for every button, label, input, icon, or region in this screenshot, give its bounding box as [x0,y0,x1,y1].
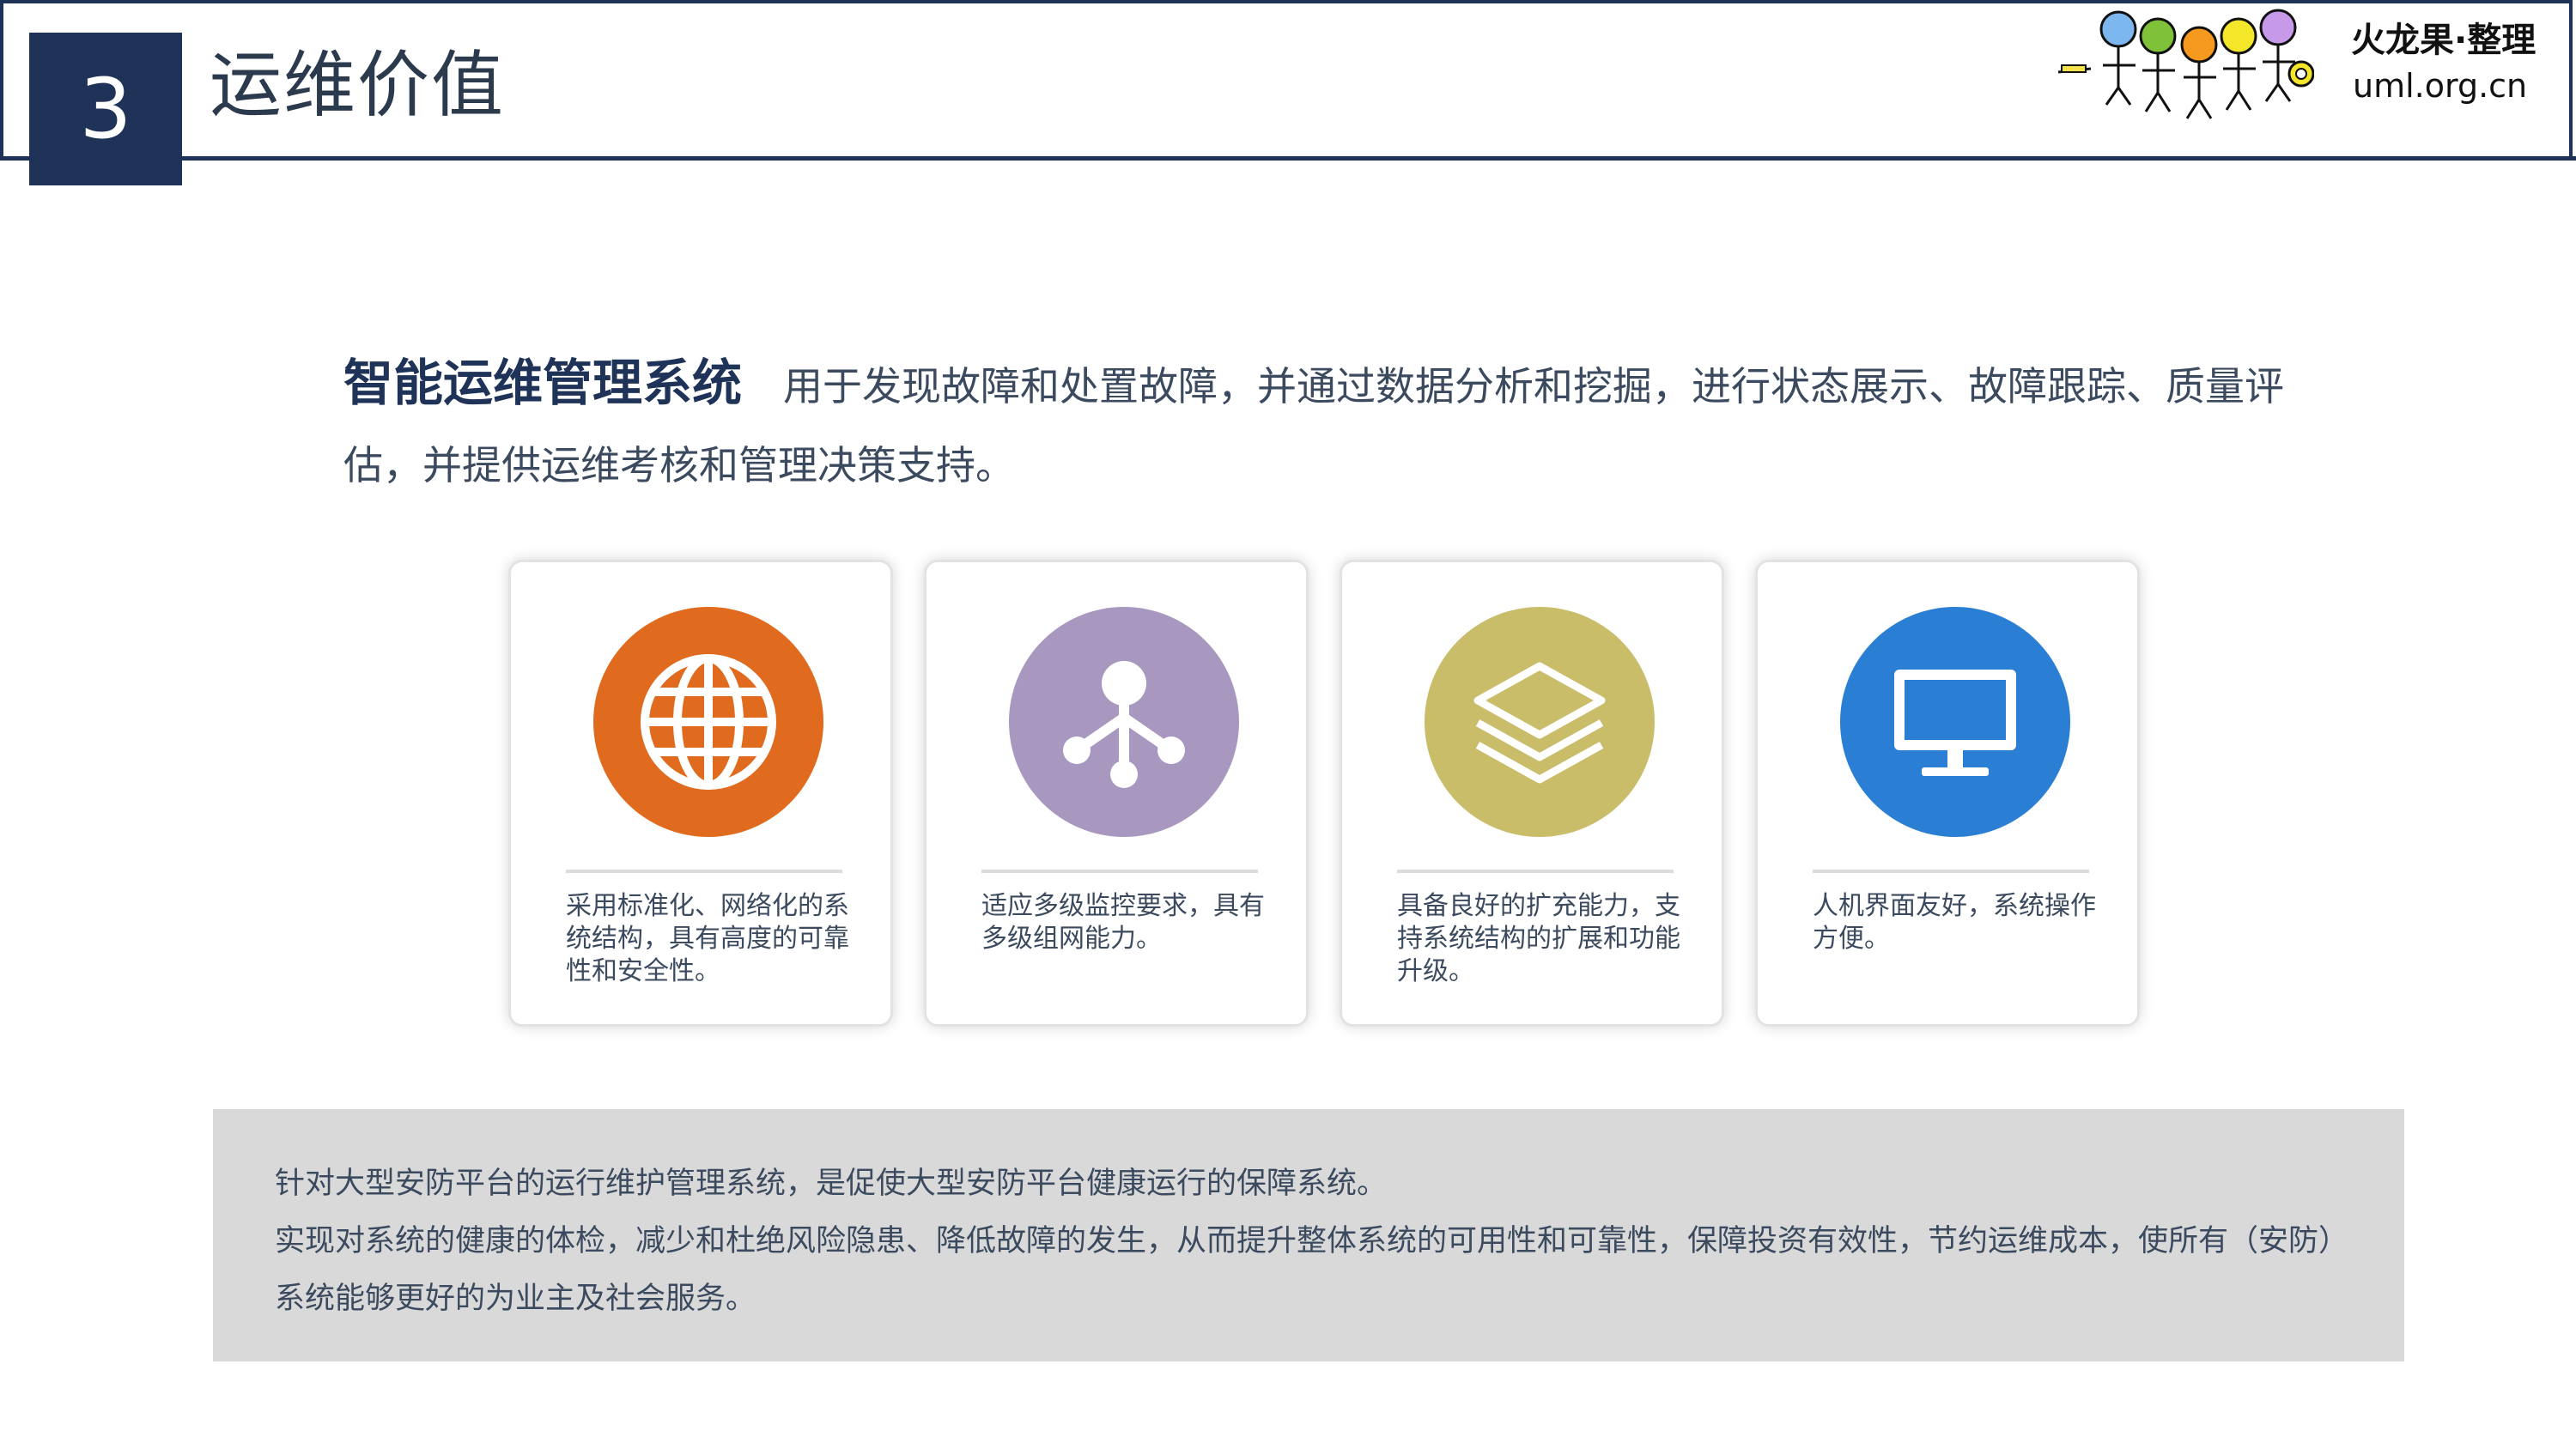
card-description: 具备良好的扩充能力，支持系统结构的扩展和功能升级。 [1397,891,1680,986]
summary-line-1: 针对大型安防平台的运行维护管理系统，是促使大型安防平台健康运行的保障系统。 [275,1167,1388,1201]
globe-icon [641,654,776,790]
globe-icon-circle [593,607,823,837]
intro-paragraph: 智能运维管理系统 用于发现故障和处置故障，并通过数据分析和挖掘，进行状态展示、故障… [343,343,2344,505]
card-divider [1813,870,2089,873]
card-divider [981,870,1258,873]
card-description: 人机界面友好，系统操作方便。 [1813,891,2096,954]
page-title: 运维价值 [210,43,506,127]
card-divider [566,870,842,873]
layers-icon [1473,662,1606,784]
feature-card-multilevel: 适应多级监控要求，具有多级组网能力。 [924,560,1309,1027]
intro-highlight: 智能运维管理系统 [343,354,743,412]
summary-line-2: 实现对系统的健康的体检，减少和杜绝风险隐患、降低故障的发生，从而提升整体系统的可… [275,1224,2334,1316]
layers-icon-circle [1425,607,1655,837]
brand-url: uml.org.cn [2353,67,2528,105]
monitor-icon [1894,670,2016,776]
brand-name: 火龙果·整理 [2351,21,2537,60]
header-rule [0,156,2576,161]
section-number: 3 [79,61,132,157]
card-divider [1397,870,1674,873]
feature-card-interface: 人机界面友好，系统操作方便。 [1755,560,2140,1027]
network-icon [1063,661,1185,788]
logo-figures-icon [2057,9,2314,119]
card-description: 适应多级监控要求，具有多级组网能力。 [981,891,1265,954]
summary-box: 针对大型安防平台的运行维护管理系统，是促使大型安防平台健康运行的保障系统。 实现… [213,1109,2404,1361]
monitor-icon-circle [1840,607,2070,837]
section-number-badge: 3 [29,33,182,185]
feature-card-standardization: 采用标准化、网络化的系统结构，具有高度的可靠性和安全性。 [508,560,893,1027]
card-description: 采用标准化、网络化的系统结构，具有高度的可靠性和安全性。 [566,891,849,986]
network-icon-circle [1009,607,1239,837]
feature-card-expandability: 具备良好的扩充能力，支持系统结构的扩展和功能升级。 [1340,560,1724,1027]
